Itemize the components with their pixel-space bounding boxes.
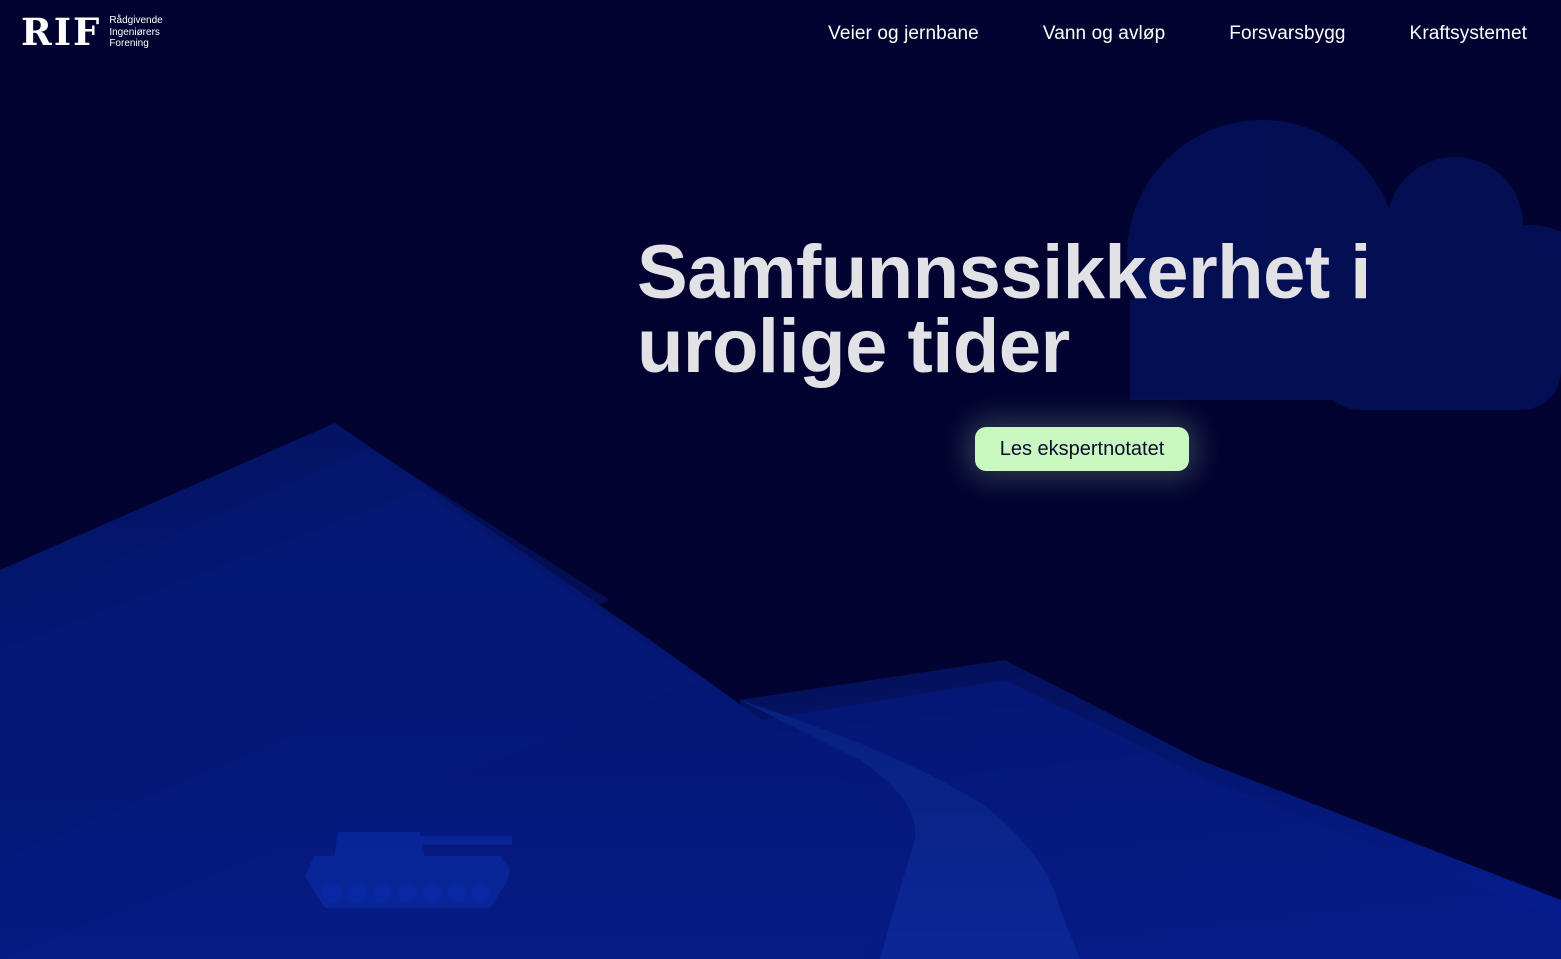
- logo-line-3: Forening: [109, 38, 149, 49]
- logo-text: Rådgivende Ingeniørers Forening: [109, 15, 162, 50]
- hero-illustration: [0, 120, 1561, 959]
- landing-page: RIF Rådgivende Ingeniørers Forening Veie…: [0, 0, 1561, 959]
- nav-item-vann-og-avlop[interactable]: Vann og avløp: [1043, 22, 1165, 46]
- hero-title-line-2: urolige tider: [637, 304, 1070, 389]
- rif-logo[interactable]: RIF Rådgivende Ingeniørers Forening: [21, 14, 163, 51]
- hero-title: Samfunnssikkerhet i urolige tider: [637, 235, 1497, 385]
- nav-item-forsvarsbygg[interactable]: Forsvarsbygg: [1229, 22, 1345, 46]
- site-header: RIF Rådgivende Ingeniørers Forening Veie…: [0, 0, 1561, 70]
- logo-mark: RIF: [21, 10, 102, 54]
- nav-item-kraftsystemet[interactable]: Kraftsystemet: [1410, 22, 1527, 46]
- logo-line-1: Rådgivende: [109, 15, 163, 26]
- nav-item-veier-og-jernbane[interactable]: Veier og jernbane: [828, 22, 979, 46]
- logo-line-2: Ingeniørers: [109, 26, 160, 38]
- main-nav: Veier og jernbane Vann og avløp Forsvars…: [828, 22, 1527, 46]
- read-expert-note-button[interactable]: Les ekspertnotatet: [975, 427, 1189, 471]
- hero-title-line-1: Samfunnssikkerhet i: [637, 230, 1371, 315]
